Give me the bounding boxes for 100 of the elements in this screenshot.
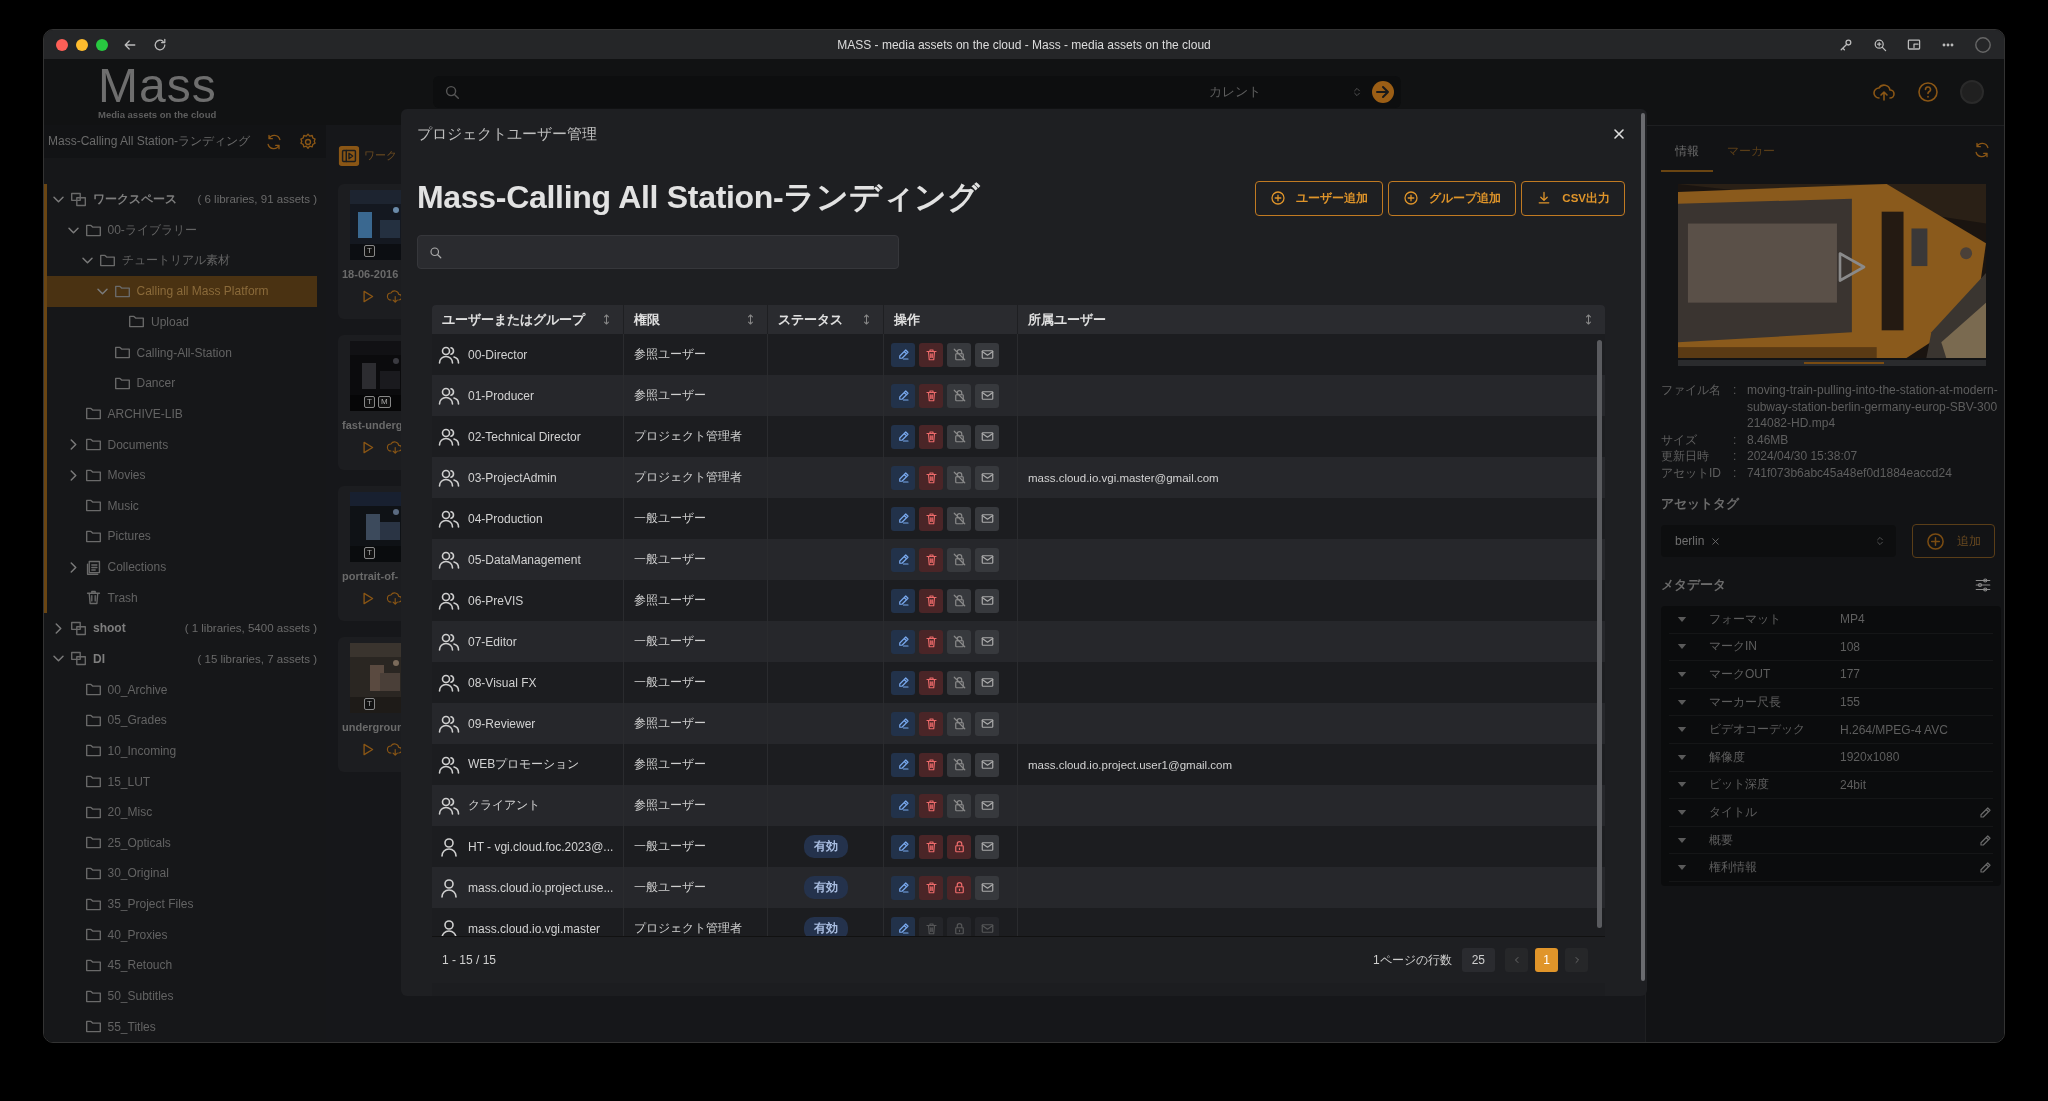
cloud-download-icon[interactable]: [386, 590, 402, 607]
delete-button[interactable]: [919, 383, 943, 408]
settings-icon[interactable]: [298, 131, 319, 152]
export-button[interactable]: CSV出力: [1521, 180, 1625, 216]
lock-button[interactable]: [947, 875, 971, 900]
lock-button[interactable]: [947, 424, 971, 449]
tree-item[interactable]: Calling-All-Station: [44, 337, 317, 368]
go-button[interactable]: [1371, 80, 1395, 104]
mail-button[interactable]: [975, 752, 999, 777]
mail-button[interactable]: [975, 424, 999, 449]
caret-icon[interactable]: [1677, 698, 1687, 706]
mail-button[interactable]: [975, 506, 999, 531]
sliders-icon[interactable]: [1974, 576, 1992, 594]
mail-button[interactable]: [975, 547, 999, 572]
panel-tab[interactable]: 情報: [1661, 128, 1713, 172]
edit-icon[interactable]: [1978, 804, 1993, 820]
maximize-window-button[interactable]: [96, 38, 108, 51]
delete-button[interactable]: [919, 424, 943, 449]
tree-item[interactable]: 50_Subtitles: [44, 980, 317, 1012]
tree-item[interactable]: 00-ライブラリー: [44, 214, 317, 246]
delete-button[interactable]: [919, 629, 943, 654]
edit-button[interactable]: [891, 383, 915, 408]
delete-button[interactable]: [919, 752, 943, 777]
lock-button[interactable]: [947, 670, 971, 695]
tree-item[interactable]: Upload: [44, 306, 317, 338]
mail-button[interactable]: [975, 629, 999, 654]
edit-button[interactable]: [891, 875, 915, 900]
scope-select[interactable]: カレント: [1209, 83, 1363, 101]
tree-item[interactable]: Documents: [44, 429, 317, 460]
tree-item[interactable]: 35_Project Files: [44, 888, 317, 920]
edit-button[interactable]: [891, 342, 915, 367]
cloud-download-icon[interactable]: [386, 741, 402, 758]
tree-item[interactable]: 05_Grades: [44, 704, 317, 736]
remove-icon[interactable]: [1710, 535, 1722, 547]
mail-button[interactable]: [975, 465, 999, 490]
tree-item[interactable]: Collections: [44, 551, 317, 583]
caret-icon[interactable]: [1677, 615, 1687, 623]
edit-icon[interactable]: [1978, 832, 1993, 848]
mail-button[interactable]: [975, 834, 999, 859]
tree-item[interactable]: Pictures: [44, 521, 317, 552]
tree-item[interactable]: Movies: [44, 459, 317, 491]
tree-item[interactable]: Dancer: [44, 367, 317, 399]
asset-card[interactable]: T 18-06-2016: [338, 184, 402, 319]
mail-button[interactable]: [975, 670, 999, 695]
edit-button[interactable]: [891, 629, 915, 654]
lock-button[interactable]: [947, 711, 971, 736]
column-header[interactable]: 所属ユーザー: [1018, 305, 1605, 334]
cloud-download-icon[interactable]: [386, 439, 402, 456]
tree-item[interactable]: 20_Misc: [44, 796, 317, 828]
caret-icon[interactable]: [1677, 781, 1687, 789]
lock-button[interactable]: [947, 383, 971, 408]
delete-button[interactable]: [919, 547, 943, 572]
tree-item[interactable]: Calling all Mass Platform: [44, 276, 317, 307]
mail-button[interactable]: [975, 588, 999, 613]
delete-button[interactable]: [919, 875, 943, 900]
tree-item[interactable]: ARCHIVE-LIB: [44, 398, 317, 430]
tree-item[interactable]: DI ( 15 libraries, 7 assets ): [44, 643, 317, 675]
tree-item[interactable]: 10_Incoming: [44, 735, 317, 767]
panel-toggle-icon[interactable]: [338, 145, 360, 167]
lock-button[interactable]: [947, 588, 971, 613]
caret-icon[interactable]: [1677, 753, 1687, 761]
edit-button[interactable]: [891, 752, 915, 777]
edit-button[interactable]: [891, 588, 915, 613]
tree-item[interactable]: ワークスペース ( 6 libraries, 91 assets ): [44, 184, 317, 215]
help-icon[interactable]: [1916, 80, 1940, 104]
caret-icon[interactable]: [1677, 726, 1687, 734]
lock-button[interactable]: [947, 342, 971, 367]
lock-button[interactable]: [947, 506, 971, 531]
lock-button[interactable]: [947, 465, 971, 490]
caret-icon[interactable]: [1677, 808, 1687, 816]
tree-item[interactable]: 15_LUT: [44, 766, 317, 797]
lock-button[interactable]: [947, 793, 971, 818]
delete-button[interactable]: [919, 588, 943, 613]
lock-button[interactable]: [947, 629, 971, 654]
delete-button[interactable]: [919, 465, 943, 490]
caret-icon[interactable]: [1677, 836, 1687, 844]
edit-button[interactable]: [891, 711, 915, 736]
minimize-window-button[interactable]: [76, 38, 88, 51]
edit-button[interactable]: [891, 547, 915, 572]
delete-button[interactable]: [919, 793, 943, 818]
edit-icon[interactable]: [1978, 860, 1993, 876]
mail-button[interactable]: [975, 383, 999, 408]
search-field[interactable]: [417, 235, 899, 269]
tree-item[interactable]: Music: [44, 490, 317, 522]
edit-button[interactable]: [891, 424, 915, 449]
play-icon[interactable]: [1837, 250, 1867, 284]
tree-item[interactable]: 00_Archive: [44, 674, 317, 705]
edit-button[interactable]: [891, 670, 915, 695]
asset-card[interactable]: T M fast-underg: [338, 335, 402, 470]
close-icon[interactable]: [1611, 126, 1627, 142]
lock-button[interactable]: [947, 752, 971, 777]
mail-button[interactable]: [975, 342, 999, 367]
add-button[interactable]: グループ追加: [1388, 180, 1517, 216]
edit-button[interactable]: [891, 834, 915, 859]
tree-item[interactable]: Trash: [44, 582, 317, 614]
page-button[interactable]: 1: [1535, 948, 1558, 972]
tree-item[interactable]: 55_Titles: [44, 1011, 317, 1042]
tag-chip[interactable]: berlin: [1675, 534, 1722, 548]
tree-item[interactable]: 40_Proxies: [44, 919, 317, 951]
asset-card[interactable]: T portrait-of-: [338, 486, 402, 621]
